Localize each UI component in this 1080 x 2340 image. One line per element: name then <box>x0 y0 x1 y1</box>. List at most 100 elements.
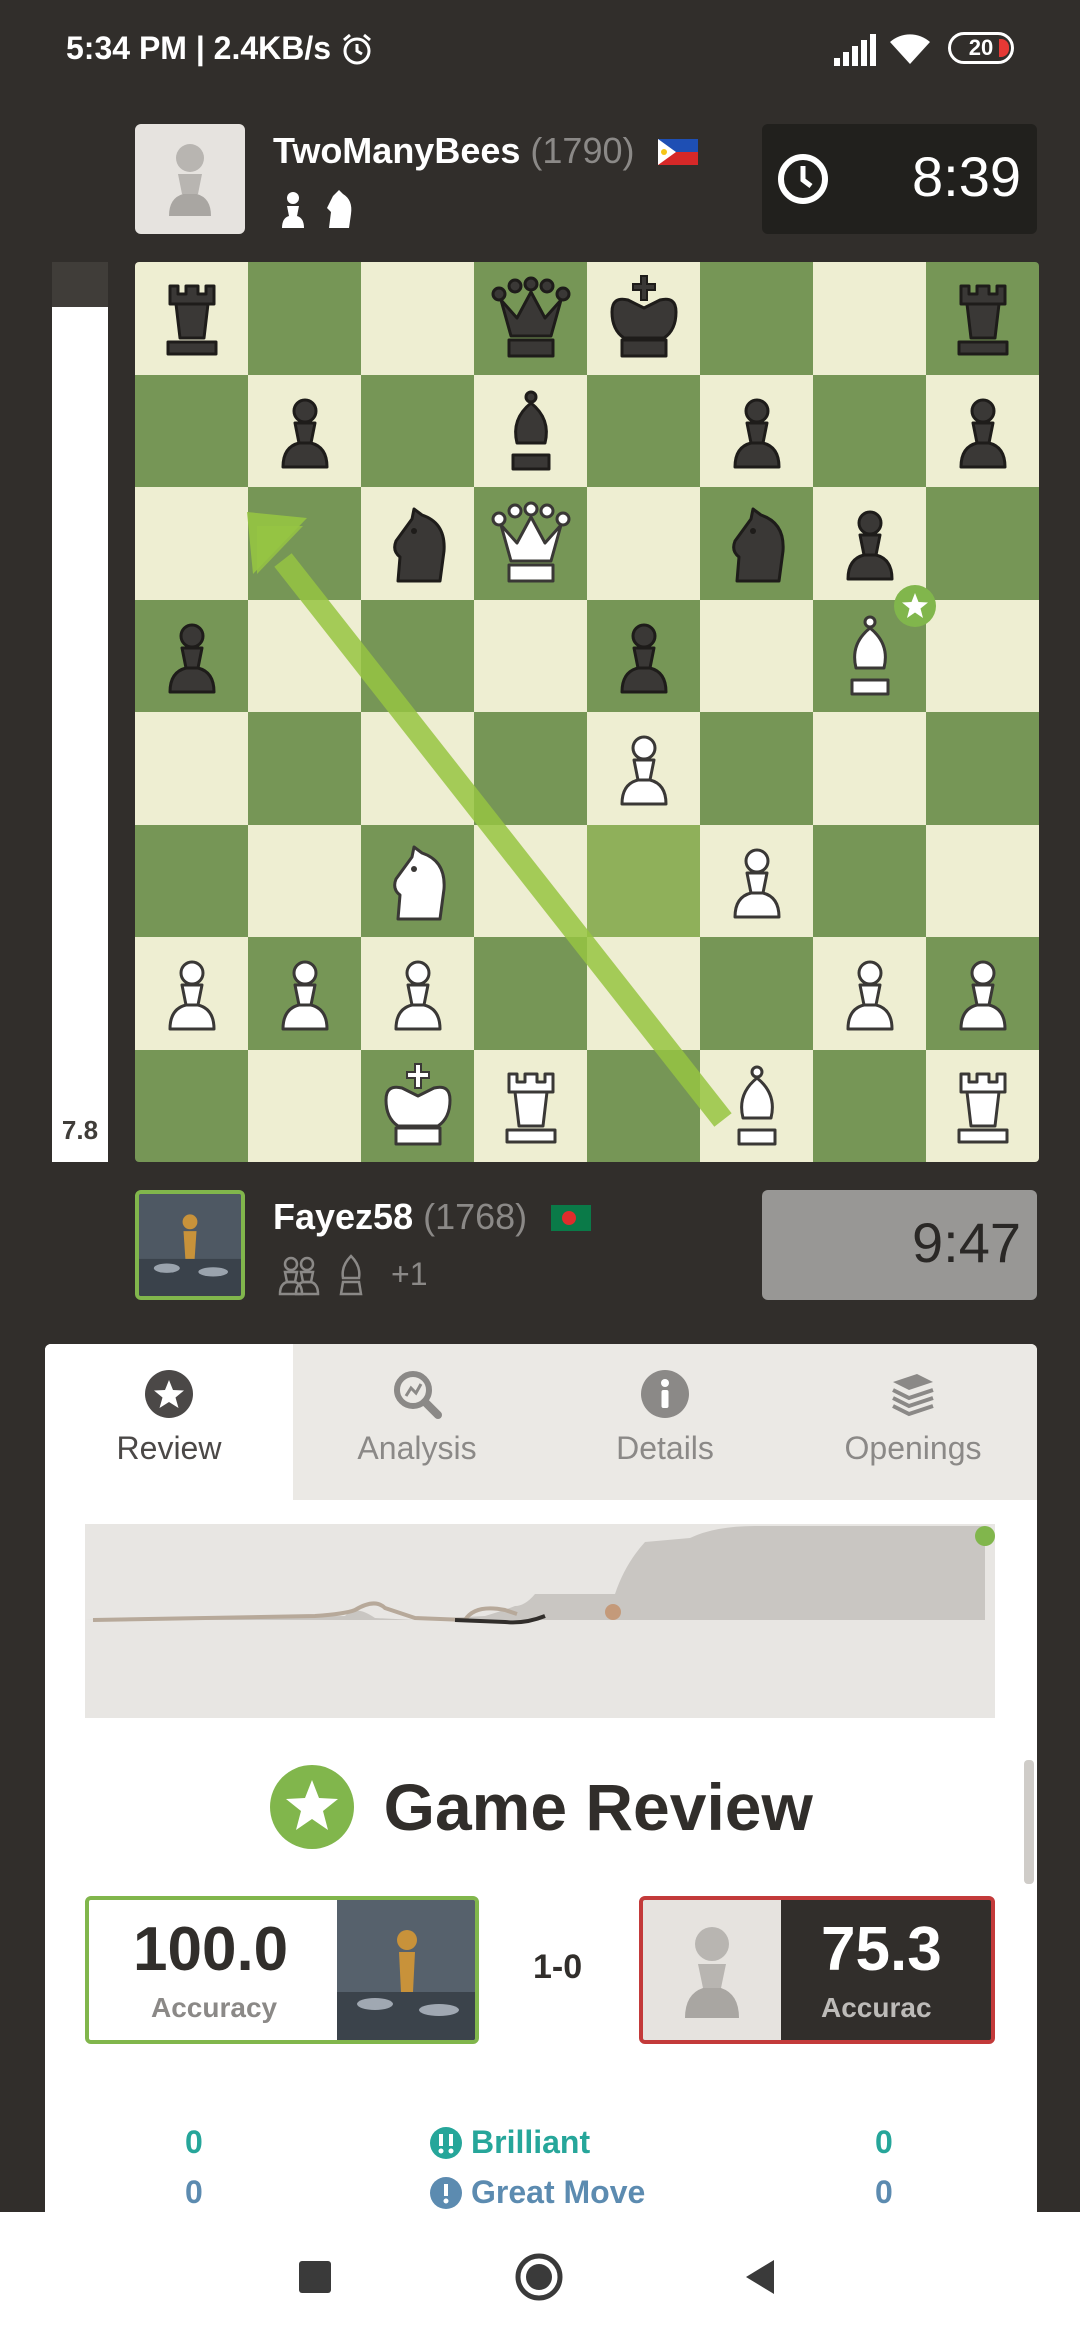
tab-details[interactable]: Details <box>541 1344 789 1500</box>
board-square[interactable] <box>813 374 926 487</box>
board-square[interactable] <box>248 712 361 825</box>
board-square[interactable] <box>135 712 248 825</box>
board-square[interactable] <box>361 262 474 375</box>
top-captured-pieces <box>273 186 359 230</box>
board-square[interactable] <box>813 262 926 375</box>
system-nav-bar <box>0 2212 1080 2340</box>
white-pawn-icon[interactable] <box>926 937 1039 1050</box>
back-triangle-icon[interactable] <box>738 2252 788 2302</box>
clock-icon <box>778 154 828 204</box>
tab-review-label: Review <box>116 1430 222 1466</box>
white-queen-icon[interactable] <box>474 487 587 600</box>
board-square[interactable] <box>474 599 587 712</box>
black-accuracy-card: 75.3 Accurac <box>639 1896 995 2044</box>
board-square[interactable] <box>813 712 926 825</box>
board-square[interactable] <box>926 487 1039 600</box>
white-pawn-icon[interactable] <box>361 937 474 1050</box>
chess-board[interactable] <box>135 262 1039 1162</box>
board-square[interactable] <box>587 374 700 487</box>
top-player-clock: 8:39 <box>762 124 1037 234</box>
bottom-captured-pieces: +1 <box>273 1252 427 1296</box>
top-player-name: TwoManyBees <box>273 130 521 171</box>
board-square[interactable] <box>474 937 587 1050</box>
board-square[interactable] <box>135 1049 248 1162</box>
black-king-icon[interactable] <box>587 262 700 375</box>
board-square[interactable] <box>926 712 1039 825</box>
battery-indicator: 20 <box>948 32 1014 64</box>
home-circle-icon[interactable] <box>514 2252 564 2302</box>
board-square[interactable] <box>474 712 587 825</box>
board-square[interactable] <box>700 937 813 1050</box>
white-pawn-icon[interactable] <box>813 937 926 1050</box>
bottom-player-name-line[interactable]: Fayez58 (1768) <box>273 1196 592 1238</box>
white-rook-icon[interactable] <box>474 1050 587 1163</box>
board-square[interactable] <box>248 487 361 600</box>
board-square[interactable] <box>587 1049 700 1162</box>
tab-openings[interactable]: Openings <box>789 1344 1037 1500</box>
black-bishop-icon[interactable] <box>474 375 587 488</box>
black-queen-icon[interactable] <box>474 262 587 375</box>
black-knight-icon[interactable] <box>700 487 813 600</box>
board-square[interactable] <box>248 824 361 937</box>
white-pawn-icon[interactable] <box>700 825 813 938</box>
tab-details-label: Details <box>616 1430 714 1466</box>
black-pawn-icon[interactable] <box>587 600 700 713</box>
board-square[interactable] <box>135 374 248 487</box>
black-rook-icon[interactable] <box>926 262 1039 375</box>
board-square[interactable] <box>248 262 361 375</box>
evaluation-graph[interactable] <box>85 1524 995 1718</box>
board-square[interactable] <box>361 599 474 712</box>
board-square[interactable] <box>926 824 1039 937</box>
black-pawn-icon[interactable] <box>700 375 813 488</box>
board-square[interactable] <box>361 712 474 825</box>
info-icon <box>641 1370 689 1418</box>
alarm-icon <box>343 33 371 65</box>
top-player-avatar[interactable] <box>135 124 245 234</box>
white-pawn-icon[interactable] <box>248 937 361 1050</box>
white-knight-icon[interactable] <box>361 825 474 938</box>
pawn-avatar-icon <box>685 1927 739 2018</box>
recents-square-icon[interactable] <box>290 2252 340 2302</box>
signal-icon <box>834 34 876 66</box>
game-result: 1-0 <box>533 1948 583 1986</box>
great-move-label-group: Great Move <box>429 2174 645 2211</box>
board-square[interactable] <box>813 824 926 937</box>
black-pawn-icon[interactable] <box>926 375 1039 488</box>
board-square[interactable] <box>587 487 700 600</box>
board-square[interactable] <box>926 599 1039 712</box>
board-square[interactable] <box>587 937 700 1050</box>
status-time-speed: 5:34 PM | 2.4KB/s <box>66 30 332 66</box>
board-square[interactable] <box>248 1049 361 1162</box>
battery-level: 20 <box>968 35 994 60</box>
board-square[interactable] <box>248 599 361 712</box>
board-square[interactable] <box>700 262 813 375</box>
bottom-player-rating: (1768) <box>423 1196 528 1237</box>
philippines-flag-icon <box>658 139 699 165</box>
board-square[interactable] <box>474 824 587 937</box>
board-square[interactable] <box>813 1049 926 1162</box>
board-square[interactable] <box>361 374 474 487</box>
top-player-name-line[interactable]: TwoManyBees (1790) <box>273 130 699 172</box>
board-square[interactable] <box>587 824 700 937</box>
white-great-count: 0 <box>185 2174 203 2210</box>
black-pawn-icon[interactable] <box>248 375 361 488</box>
white-pawn-icon[interactable] <box>587 712 700 825</box>
tab-review[interactable]: Review <box>45 1344 293 1500</box>
board-square[interactable] <box>700 712 813 825</box>
black-knight-icon[interactable] <box>361 487 474 600</box>
scrollbar-thumb[interactable] <box>1024 1760 1034 1884</box>
board-square[interactable] <box>135 824 248 937</box>
black-rook-icon[interactable] <box>135 262 248 375</box>
white-rook-icon[interactable] <box>926 1050 1039 1163</box>
black-pawn-icon[interactable] <box>813 487 926 600</box>
black-pawn-icon[interactable] <box>135 600 248 713</box>
board-square[interactable] <box>135 487 248 600</box>
white-king-icon[interactable] <box>361 1050 474 1163</box>
bottom-player-avatar[interactable] <box>135 1190 245 1300</box>
white-bishop-icon[interactable] <box>700 1050 813 1163</box>
white-pawn-icon[interactable] <box>135 937 248 1050</box>
top-clock-time: 8:39 <box>912 145 1021 208</box>
board-square[interactable] <box>700 599 813 712</box>
tab-analysis[interactable]: Analysis <box>293 1344 541 1500</box>
brilliant-label: Brilliant <box>471 2124 591 2160</box>
